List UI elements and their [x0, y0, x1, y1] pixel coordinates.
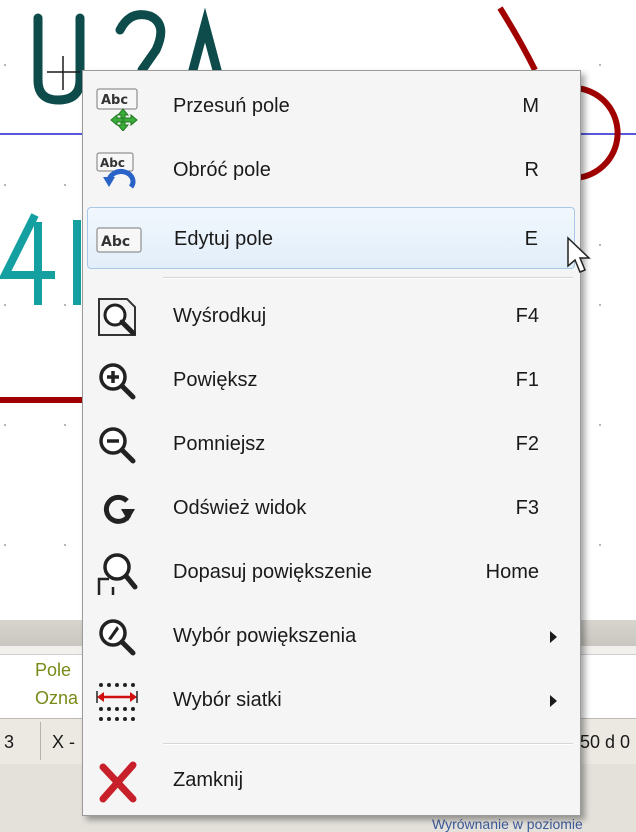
- zoom-select-icon: [99, 619, 136, 656]
- menu-item-shortcut: F4: [515, 305, 539, 327]
- menu-item-shortcut: F2: [515, 433, 539, 455]
- menu-item-center[interactable]: Wyśrodkuj F4: [87, 289, 575, 345]
- menu-item-close[interactable]: Zamknij: [87, 753, 575, 809]
- svg-text:Abc: Abc: [100, 156, 125, 170]
- center-icon: [98, 298, 136, 336]
- submenu-arrow-icon: [550, 695, 557, 707]
- move-field-icon: Abc: [96, 88, 138, 131]
- grid-select-icon: [96, 683, 138, 721]
- menu-item-zoom-out[interactable]: Pomniejsz F2: [87, 417, 575, 473]
- menu-item-label: Wybór siatki: [173, 689, 282, 711]
- menu-item-label: Edytuj pole: [174, 228, 273, 250]
- divider: [40, 722, 41, 760]
- menu-item-move-field[interactable]: Abc Przesuń pole M: [87, 79, 575, 135]
- menu-item-shortcut: R: [524, 159, 539, 181]
- coord-right: 50 d 0: [580, 732, 631, 752]
- menu-separator: [163, 277, 573, 279]
- mouse-pointer-icon: [567, 236, 591, 273]
- menu-item-edit-field[interactable]: Abc Edytuj pole E: [87, 207, 575, 269]
- menu-item-label: Obróć pole: [173, 159, 271, 181]
- field-label-pole: Pole: [35, 660, 72, 680]
- menu-item-label: Pomniejsz: [173, 433, 266, 455]
- svg-text:Abc: Abc: [101, 93, 128, 108]
- menu-item-grid-select[interactable]: Wybór siatki: [87, 673, 575, 729]
- field-label-ozna: Ozna: [35, 688, 79, 708]
- horizontal-alignment-label: Wyrównanie w poziomie: [432, 816, 583, 832]
- edit-field-icon: Abc: [96, 227, 142, 253]
- menu-item-label: Zamknij: [173, 769, 244, 791]
- menu-separator: [163, 743, 573, 745]
- zoom-fit-icon: [97, 553, 138, 595]
- menu-item-zoom-select[interactable]: Wybór powiększenia: [87, 609, 575, 665]
- menu-item-label: Powiększ: [173, 369, 258, 391]
- menu-item-label: Wyśrodkuj: [173, 305, 267, 327]
- menu-item-shortcut: F1: [515, 369, 539, 391]
- menu-item-shortcut: F3: [515, 497, 539, 519]
- menu-item-refresh[interactable]: Odśwież widok F3: [87, 481, 575, 537]
- zoom-in-icon: [99, 363, 136, 400]
- coord-prefix: 3: [4, 732, 15, 752]
- rotate-field-icon: Abc: [96, 152, 136, 189]
- menu-item-label: Wybór powiększenia: [173, 625, 357, 647]
- menu-item-zoom-in[interactable]: Powiększ F1: [87, 353, 575, 409]
- zoom-out-icon: [99, 427, 136, 464]
- menu-item-label: Dopasuj powiększenie: [173, 561, 373, 583]
- menu-item-rotate-field[interactable]: Abc Obróć pole R: [87, 143, 575, 199]
- menu-item-label: Przesuń pole: [173, 95, 290, 117]
- coord-x: X -: [52, 732, 76, 752]
- menu-item-shortcut: Home: [485, 561, 539, 583]
- refresh-icon: [103, 494, 135, 524]
- menu-item-shortcut: M: [522, 95, 539, 117]
- context-menu: Abc Przesuń pole M Abc Obróć pole R Abc …: [82, 70, 581, 816]
- close-icon: [99, 761, 137, 803]
- submenu-arrow-icon: [550, 631, 557, 643]
- pin-number-41: [0, 213, 81, 305]
- menu-item-zoom-fit[interactable]: Dopasuj powiększenie Home: [87, 545, 575, 601]
- svg-text:Abc: Abc: [101, 234, 130, 250]
- menu-item-label: Odśwież widok: [173, 497, 307, 519]
- menu-item-shortcut: E: [524, 228, 538, 250]
